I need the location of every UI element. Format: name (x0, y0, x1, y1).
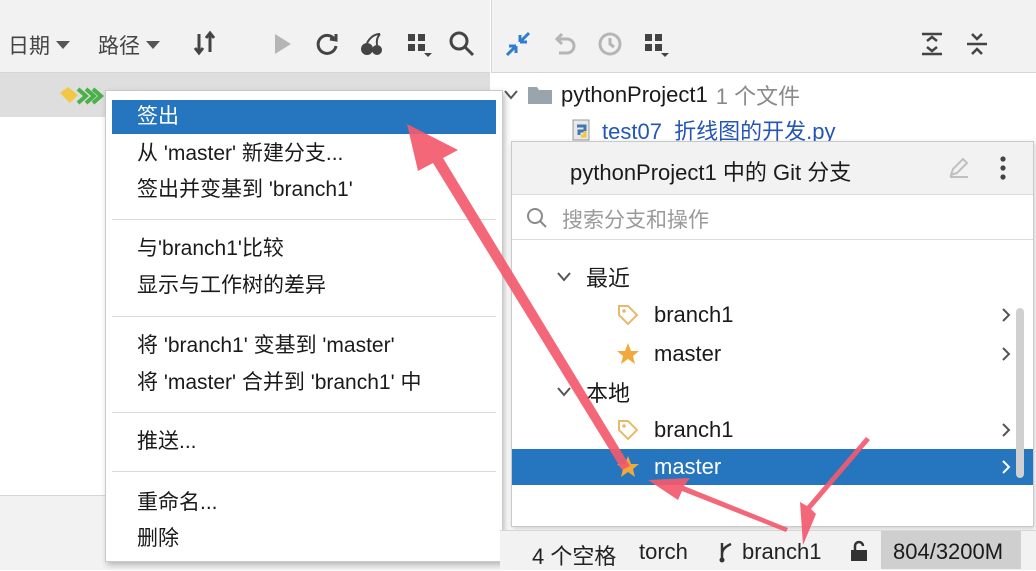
menu-merge-into[interactable]: 将 'master' 合并到 'branch1' 中 (112, 366, 496, 400)
dropdown-arrow-icon (56, 41, 70, 49)
date-filter[interactable]: 日期 (8, 30, 70, 60)
branch-context-menu: 签出 从 'master' 新建分支... 签出并变基到 'branch1' 与… (105, 90, 503, 562)
menu-checkout[interactable]: 签出 (112, 100, 496, 134)
menu-checkout-and-rebase[interactable]: 签出并变基到 'branch1' (112, 173, 496, 207)
project-file-count: 1 个文件 (715, 84, 801, 109)
popup-title: pythonProject1 中的 Git 分支 (570, 160, 852, 185)
undo-icon[interactable] (550, 30, 578, 58)
branch-row-recent-master[interactable]: master (512, 336, 1033, 372)
branch-row-recent-branch1[interactable]: branch1 (512, 297, 1033, 333)
more-options-icon[interactable] (998, 155, 1008, 181)
dropdown-arrow-icon (146, 41, 160, 49)
cherry-pick-icon[interactable] (358, 30, 386, 58)
tag-icon (618, 420, 639, 441)
search-icon (527, 208, 547, 228)
folder-icon (528, 87, 552, 104)
edit-pencil-icon[interactable] (948, 156, 970, 178)
chevron-down-icon (504, 90, 518, 100)
branch-row-local-master[interactable]: master (512, 449, 1033, 485)
collapse-arrows-icon[interactable] (504, 30, 532, 58)
branch-row-local-branch1[interactable]: branch1 (512, 412, 1033, 448)
menu-new-branch-from[interactable]: 从 'master' 新建分支... (112, 137, 496, 171)
branch-search-field[interactable]: 搜索分支和操作 (512, 195, 1033, 240)
menu-rename[interactable]: 重命名... (112, 486, 496, 520)
status-interpreter[interactable]: torch (639, 539, 688, 565)
branch-name: branch1 (654, 302, 734, 327)
chevron-down-icon (557, 387, 571, 397)
history-icon[interactable] (596, 30, 624, 58)
branch-name: master (654, 454, 722, 479)
branch-search-placeholder: 搜索分支和操作 (562, 209, 709, 232)
group-local[interactable]: 本地 (512, 374, 1033, 410)
tree-project-node[interactable]: pythonProject1 1 个文件 (503, 79, 800, 111)
project-name: pythonProject1 (561, 82, 708, 107)
memory-indicator[interactable]: 804/3200M (881, 531, 1021, 569)
popup-header: pythonProject1 中的 Git 分支 (512, 142, 1033, 195)
menu-push[interactable]: 推送... (112, 425, 496, 459)
chevron-right-icon (1002, 347, 1011, 361)
menu-separator (112, 412, 496, 413)
status-indent[interactable]: 4 个空格 (532, 539, 616, 571)
menu-separator (112, 219, 496, 220)
expand-all-icon[interactable] (918, 30, 946, 58)
popup-scrollbar[interactable] (1016, 308, 1024, 478)
chevron-right-icon (1002, 460, 1011, 474)
chevron-right-icon (1002, 308, 1011, 322)
branch-tags-icon (60, 87, 104, 105)
path-filter[interactable]: 路径 (98, 30, 160, 60)
menu-separator (112, 316, 496, 317)
changes-toolbar (491, 0, 1036, 73)
status-git-branch[interactable]: branch1 (718, 539, 822, 565)
chevron-right-icon (1002, 423, 1011, 437)
menu-rebase-onto[interactable]: 将 'branch1' 变基到 'master' (112, 329, 496, 363)
lock-icon[interactable] (849, 540, 869, 562)
collapse-all-icon[interactable] (963, 30, 991, 58)
group-recent[interactable]: 最近 (512, 259, 1033, 295)
git-branch-icon (719, 542, 732, 563)
star-icon (617, 456, 639, 477)
grid-options-icon[interactable] (642, 30, 670, 58)
branch-name: branch1 (654, 417, 734, 442)
refresh-icon[interactable] (313, 30, 341, 58)
chevron-down-icon (557, 272, 571, 282)
menu-show-diff-working-tree[interactable]: 显示与工作树的差异 (112, 269, 496, 303)
search-icon[interactable] (448, 30, 476, 58)
status-branch-name: branch1 (742, 539, 822, 564)
memory-usage: 804/3200M (893, 539, 1004, 564)
play-icon[interactable] (268, 30, 296, 58)
menu-compare-with[interactable]: 与'branch1'比较 (112, 232, 496, 266)
git-branches-popup: pythonProject1 中的 Git 分支 搜索分支和操作 最近 bran… (511, 141, 1034, 527)
python-file-icon (572, 119, 590, 141)
tag-icon (618, 305, 639, 326)
menu-separator (112, 471, 496, 472)
group-local-label: 本地 (586, 381, 631, 406)
group-recent-label: 最近 (586, 266, 631, 291)
star-icon (617, 343, 639, 364)
date-filter-label: 日期 (8, 35, 50, 58)
grid-options-icon[interactable] (405, 30, 433, 58)
menu-delete[interactable]: 删除 (112, 522, 496, 556)
branch-name: master (654, 341, 722, 366)
log-toolbar: 日期 路径 (0, 0, 490, 73)
path-filter-label: 路径 (98, 35, 140, 58)
sort-icon[interactable] (192, 30, 220, 58)
